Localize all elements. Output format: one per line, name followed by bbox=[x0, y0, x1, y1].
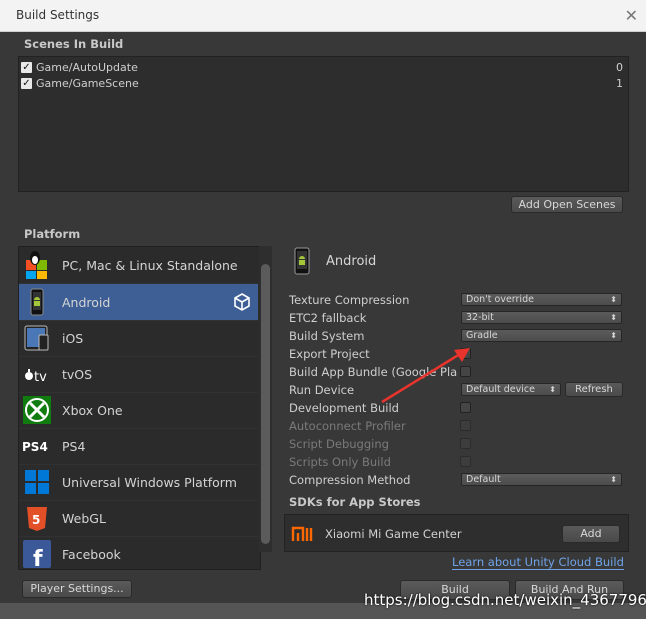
compression-method-label: Compression Method bbox=[289, 473, 411, 487]
build-settings-window: Build Settings ✕ Scenes In Build ✓ Game/… bbox=[0, 0, 646, 619]
player-settings-button[interactable]: Player Settings... bbox=[22, 580, 132, 598]
sdk-name: Xiaomi Mi Game Center bbox=[325, 527, 462, 541]
svg-text:5: 5 bbox=[32, 513, 40, 527]
dropdown-arrow-icon: ⬍ bbox=[610, 295, 617, 304]
platform-item-standalone[interactable]: PC, Mac & Linux Standalone bbox=[19, 247, 258, 284]
dropdown-value: 32-bit bbox=[466, 312, 494, 323]
svg-text:PS4: PS4 bbox=[22, 440, 48, 454]
scene-name: Game/AutoUpdate bbox=[36, 61, 138, 74]
texture-compression-dropdown[interactable]: Don't override ⬍ bbox=[461, 293, 622, 306]
scrollbar-thumb[interactable] bbox=[261, 264, 270, 544]
scene-checkbox[interactable]: ✓ bbox=[21, 78, 32, 89]
ps4-icon: PS4 bbox=[22, 431, 52, 461]
svg-text:tv: tv bbox=[34, 370, 47, 385]
platform-item-uwp[interactable]: Universal Windows Platform bbox=[19, 464, 258, 501]
html5-icon: 5 bbox=[22, 503, 52, 533]
platform-label: iOS bbox=[62, 331, 84, 346]
scripts-only-build-label: Scripts Only Build bbox=[289, 455, 391, 469]
script-debugging-checkbox bbox=[460, 438, 471, 449]
texture-compression-label: Texture Compression bbox=[289, 293, 410, 307]
autoconnect-profiler-checkbox bbox=[460, 420, 471, 431]
red-arrow-annotation bbox=[381, 348, 470, 404]
platform-label: PS4 bbox=[62, 439, 86, 454]
etc2-fallback-label: ETC2 fallback bbox=[289, 311, 367, 325]
unity-cloud-build-link[interactable]: Learn about Unity Cloud Build bbox=[452, 556, 624, 570]
dropdown-arrow-icon: ⬍ bbox=[610, 313, 617, 322]
unity-logo-icon bbox=[233, 293, 251, 314]
platform-label: Android bbox=[62, 295, 111, 310]
platform-label: Facebook bbox=[62, 547, 121, 562]
pc-mac-linux-icon bbox=[22, 250, 52, 280]
platform-item-tvos[interactable]: tv tvOS bbox=[19, 356, 258, 393]
svg-text:f: f bbox=[33, 547, 43, 569]
build-system-label: Build System bbox=[289, 329, 365, 343]
platform-item-ios[interactable]: iOS bbox=[19, 320, 258, 357]
scene-checkbox[interactable]: ✓ bbox=[21, 62, 32, 73]
scene-row[interactable]: ✓ Game/AutoUpdate 0 bbox=[21, 60, 625, 75]
run-device-label: Run Device bbox=[289, 383, 355, 397]
ipad-icon bbox=[22, 323, 52, 353]
android-icon bbox=[292, 247, 312, 278]
dropdown-arrow-icon: ⬍ bbox=[549, 385, 556, 394]
compression-method-dropdown[interactable]: Default ⬍ bbox=[461, 473, 622, 486]
xbox-icon bbox=[22, 395, 52, 425]
platform-item-android[interactable]: Android bbox=[19, 284, 258, 321]
platform-label: Xbox One bbox=[62, 403, 123, 418]
add-sdk-button[interactable]: Add bbox=[562, 525, 620, 543]
platform-label: Universal Windows Platform bbox=[62, 475, 237, 490]
scene-row[interactable]: ✓ Game/GameScene 1 bbox=[21, 76, 625, 91]
scene-index: 1 bbox=[616, 77, 623, 90]
export-project-label: Export Project bbox=[289, 347, 370, 361]
sdk-row: Xiaomi Mi Game Center Add bbox=[284, 514, 629, 552]
add-open-scenes-button[interactable]: Add Open Scenes bbox=[511, 196, 623, 213]
platform-label: WebGL bbox=[62, 511, 106, 526]
watermark-text: https://blog.csdn.net/weixin_43677968 bbox=[364, 591, 646, 609]
scripts-only-build-checkbox bbox=[460, 456, 471, 467]
dropdown-value: Default bbox=[466, 474, 501, 485]
android-icon bbox=[22, 287, 52, 317]
build-system-dropdown[interactable]: Gradle ⬍ bbox=[461, 329, 622, 342]
dropdown-value: Don't override bbox=[466, 294, 534, 305]
scenes-header: Scenes In Build bbox=[24, 37, 124, 51]
close-icon[interactable]: ✕ bbox=[625, 6, 638, 25]
etc2-fallback-dropdown[interactable]: 32-bit ⬍ bbox=[461, 311, 622, 324]
platform-label: PC, Mac & Linux Standalone bbox=[62, 258, 238, 273]
script-debugging-label: Script Debugging bbox=[289, 437, 389, 451]
platform-label: tvOS bbox=[62, 367, 93, 382]
window-title: Build Settings bbox=[16, 8, 100, 22]
autoconnect-profiler-label: Autoconnect Profiler bbox=[289, 419, 406, 433]
platform-item-ps4[interactable]: PS4 PS4 bbox=[19, 428, 258, 465]
scene-index: 0 bbox=[616, 61, 623, 74]
platform-list[interactable]: PC, Mac & Linux Standalone Android iOS t… bbox=[18, 246, 261, 570]
platform-title: Android bbox=[326, 254, 377, 269]
dropdown-arrow-icon: ⬍ bbox=[610, 331, 617, 340]
dropdown-arrow-icon: ⬍ bbox=[610, 475, 617, 484]
windows-icon bbox=[22, 467, 52, 497]
xiaomi-icon bbox=[291, 525, 317, 546]
platform-item-facebook[interactable]: f Facebook bbox=[19, 536, 258, 569]
platform-header: Platform bbox=[24, 227, 81, 241]
refresh-button[interactable]: Refresh bbox=[565, 382, 623, 397]
title-bar: Build Settings ✕ bbox=[0, 0, 646, 32]
platform-scrollbar[interactable] bbox=[259, 246, 272, 552]
scene-name: Game/GameScene bbox=[36, 77, 139, 90]
appletv-icon: tv bbox=[22, 359, 52, 389]
sdks-header: SDKs for App Stores bbox=[289, 495, 421, 509]
facebook-icon: f bbox=[22, 539, 52, 569]
scenes-list[interactable]: ✓ Game/AutoUpdate 0 ✓ Game/GameScene 1 bbox=[18, 56, 629, 192]
platform-item-webgl[interactable]: 5 WebGL bbox=[19, 500, 258, 537]
platform-item-xbox-one[interactable]: Xbox One bbox=[19, 392, 258, 429]
